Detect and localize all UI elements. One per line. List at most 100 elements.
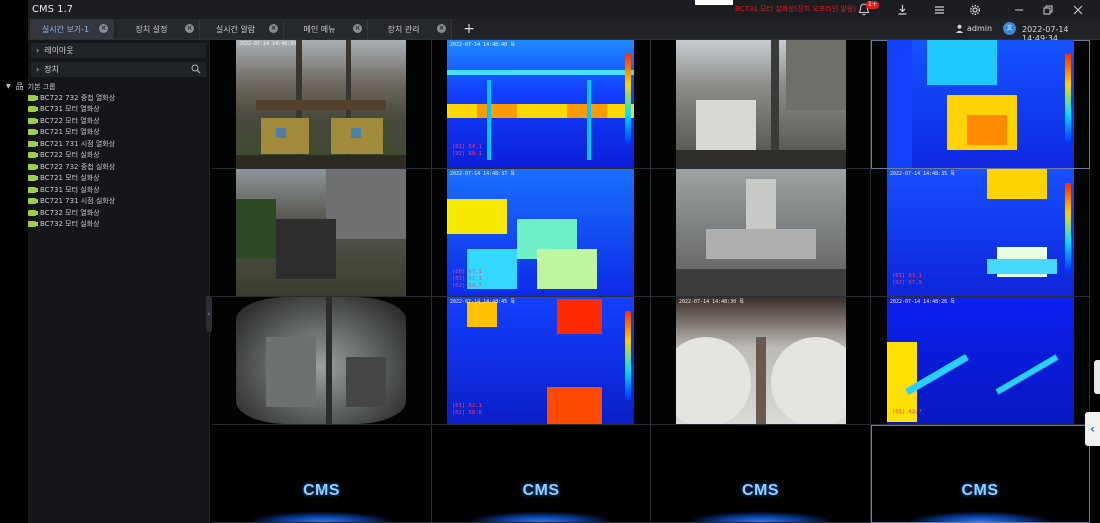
thermal-image [887,40,1017,168]
temperature-readings: [01] 42.7 [892,409,922,415]
device-tree-item[interactable]: BC721 모터 실화상 [6,173,115,185]
expand-panel-chevron-icon[interactable]: ‹ [1085,412,1100,446]
camera-cell[interactable]: 2022-07-14 14:48:37 목 [00] 67.1 [01] 61.… [432,169,651,297]
device-tree-item[interactable]: BC722 모터 열화상 [6,115,115,127]
download-icon[interactable] [894,2,910,17]
temperature-readings: [01] 63.1 [02] 57.9 [892,273,922,286]
camera-feed-thermal: 2022-07-14 14:48:37 목 [00] 67.1 [01] 61.… [447,169,634,296]
language-icon[interactable]: 文 [1003,22,1016,35]
tab-close-icon[interactable]: × [99,24,108,33]
cms-logo: CMS [961,482,999,499]
tab-live-alarm[interactable]: 실시간 알람 × [200,19,284,39]
tab-live-view[interactable]: 실시간 보기-1 × [30,19,114,39]
device-tree-item[interactable]: BC731 모터 열화상 [6,104,115,116]
tab-label: 장치 설정 [135,24,168,34]
plant-structure-image [236,40,406,168]
temperature-readings: [01] 64.1 [02] 69.1 [452,144,482,157]
device-section-header[interactable]: › 장치 [31,62,206,77]
add-tab-button[interactable]: + [460,20,478,38]
device-tree-item[interactable]: BC721 모터 열화상 [6,127,115,139]
camera-timestamp: 2022-07-14 14:48:30 목 [679,299,744,305]
alert-text[interactable]: BC731 모터 설화상(장치 오프라인 알람) [735,4,856,14]
camera-timestamp: 2022-07-14 14:48:37 목 [450,171,515,177]
camera-cell[interactable] [212,169,432,297]
root-group-label: 기본 그룹 [27,82,56,91]
camera-feed-thermal: 2022-07-14 14:48:40 목 [01] 64.1 [02] 69.… [447,40,634,168]
device-tree-item[interactable]: BC721 731 시점 실화상 [6,196,115,208]
tab-label: 메인 메뉴 [303,24,336,34]
camera-cell[interactable] [651,169,871,297]
device-tree-item[interactable]: BC731 모터 실화상 [6,184,115,196]
thermal-scale-bar [1065,54,1071,144]
tab-close-icon[interactable]: × [353,24,362,33]
empty-camera-slot[interactable]: CMS [212,425,432,523]
thermal-scale-bar [1065,183,1071,272]
restore-icon[interactable] [1040,2,1056,17]
device-tree-item[interactable]: BC732 모터 실화상 [6,219,115,231]
device-label: BC731 모터 실화상 [40,185,100,194]
tab-close-icon[interactable]: × [269,24,278,33]
device-label: BC721 731 시점 실화상 [40,197,116,206]
device-tree-item[interactable]: BC722 모터 실화상 [6,150,115,162]
camera-feed-visual [236,297,406,424]
camera-timestamp: 2022-07-14 14:48:39 [239,41,297,47]
camera-cell[interactable]: 2022-07-14 14:48:30 목 [651,297,871,425]
user-menu[interactable]: admin [955,24,992,33]
device-label: 장치 [44,65,59,74]
camera-device-icon [28,186,38,193]
side-panel-handle[interactable] [1094,360,1100,394]
temperature-readings: [01] 52.1 [02] 50.6 [452,403,482,416]
device-tree-item[interactable]: BC722 732 중첩 열화상 [6,92,115,104]
camera-cell[interactable]: 2022-07-14 14:48:26 목 [01] 42.7 [871,297,1090,425]
notification-badge: 1+ [866,1,879,9]
logo-glow [911,512,1049,522]
camera-cell[interactable] [871,40,1090,169]
camera-cell[interactable] [651,40,871,169]
tab-label: 장치 관리 [387,24,420,34]
device-label: BC732 모터 열화상 [40,208,100,217]
camera-cell[interactable] [212,297,432,425]
group-icon: 品 [15,82,24,91]
camera-cell[interactable]: 2022-07-14 14:48:35 목 [01] 63.1 [02] 57.… [871,169,1090,297]
user-icon [955,24,964,33]
camera-device-icon [28,117,38,124]
camera-device-icon [28,209,38,216]
layout-section-header[interactable]: › 레이아웃 [31,43,206,58]
gear-icon[interactable] [967,2,983,17]
empty-camera-slot[interactable]: CMS [432,425,651,523]
tab-label: 실시간 알람 [215,24,256,34]
user-name: admin [967,24,993,33]
camera-cell[interactable]: 2022-07-14 14:48:45 목 [01] 52.1 [02] 50.… [432,297,651,425]
close-icon[interactable] [1070,2,1086,17]
empty-camera-slot[interactable]: CMS [871,425,1090,523]
camera-cell[interactable]: 2022-07-14 14:48:39 [212,40,432,169]
device-tree-item[interactable]: BC722 732 중첩 실화상 [6,161,115,173]
camera-feed-visual: 2022-07-14 14:48:30 목 [676,297,846,424]
search-icon[interactable] [191,64,201,74]
device-label: BC731 모터 열화상 [40,105,100,114]
device-tree-item[interactable]: BC732 모터 열화상 [6,207,115,219]
camera-cell[interactable]: 2022-07-14 14:48:40 목 [01] 64.1 [02] 69.… [432,40,651,169]
tab-close-icon[interactable]: × [437,24,446,33]
tab-main-menu[interactable]: 메인 메뉴 × [284,19,368,39]
minimize-icon[interactable] [1011,2,1027,17]
temperature-readings: [00] 67.1 [01] 61.1 [02] 54.7 [452,269,482,289]
camera-timestamp: 2022-07-14 14:48:40 목 [450,42,515,48]
camera-device-icon [28,140,38,147]
menu-icon[interactable] [931,2,947,17]
tree-root-group[interactable]: ▼ 品 기본 그룹 [6,81,115,92]
camera-device-icon [28,175,38,182]
camera-device-icon [28,221,38,228]
camera-feed-thermal [887,40,1074,168]
tab-close-icon[interactable]: × [185,24,194,33]
tab-device-settings[interactable]: 장치 설정 × [116,19,200,39]
device-label: BC732 모터 실화상 [40,220,100,229]
expand-arrow-icon[interactable]: ▼ [6,83,11,90]
camera-feed-thermal: 2022-07-14 14:48:45 목 [01] 52.1 [02] 50.… [447,297,634,424]
empty-camera-slot[interactable]: CMS [651,425,871,523]
device-tree-item[interactable]: BC721 731 시점 열화상 [6,138,115,150]
alert-marker [695,0,733,5]
tab-device-management[interactable]: 장치 관리 × [368,19,452,39]
camera-feed-visual [676,169,846,296]
logo-glow [691,512,830,522]
